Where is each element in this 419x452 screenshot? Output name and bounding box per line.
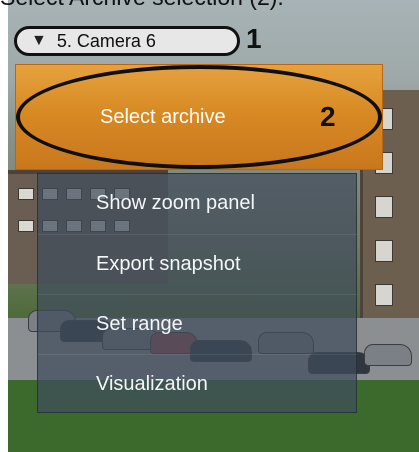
building-window [18, 220, 34, 232]
building-window [375, 284, 393, 306]
caption-text: Select Archive selection (2). [0, 0, 419, 11]
parked-car [364, 344, 412, 366]
menu-item-export-snapshot[interactable]: Export snapshot [38, 234, 358, 293]
annotation-marker-2: 2 [320, 101, 336, 132]
camera-title: 5. Camera 6 [56, 30, 156, 51]
menu-item-set-range[interactable]: Set range [38, 294, 358, 353]
camera-context-menu: Show zoom panel Export snapshot Set rang… [37, 173, 358, 413]
building-window [18, 188, 34, 200]
menu-item-show-zoom-panel[interactable]: Show zoom panel [38, 174, 358, 233]
camera-window: Select Archive selection (2). [0, 0, 419, 452]
camera-title-dropdown[interactable]: ▼ 5. Camera 6 [14, 26, 240, 56]
building-window [375, 240, 393, 262]
building-window [375, 196, 393, 218]
chevron-down-icon: ▼ [31, 31, 47, 49]
menu-item-visualization[interactable]: Visualization [38, 354, 358, 413]
select-archive-label: Select archive [100, 106, 226, 128]
annotation-marker-1: 1 [246, 23, 262, 54]
